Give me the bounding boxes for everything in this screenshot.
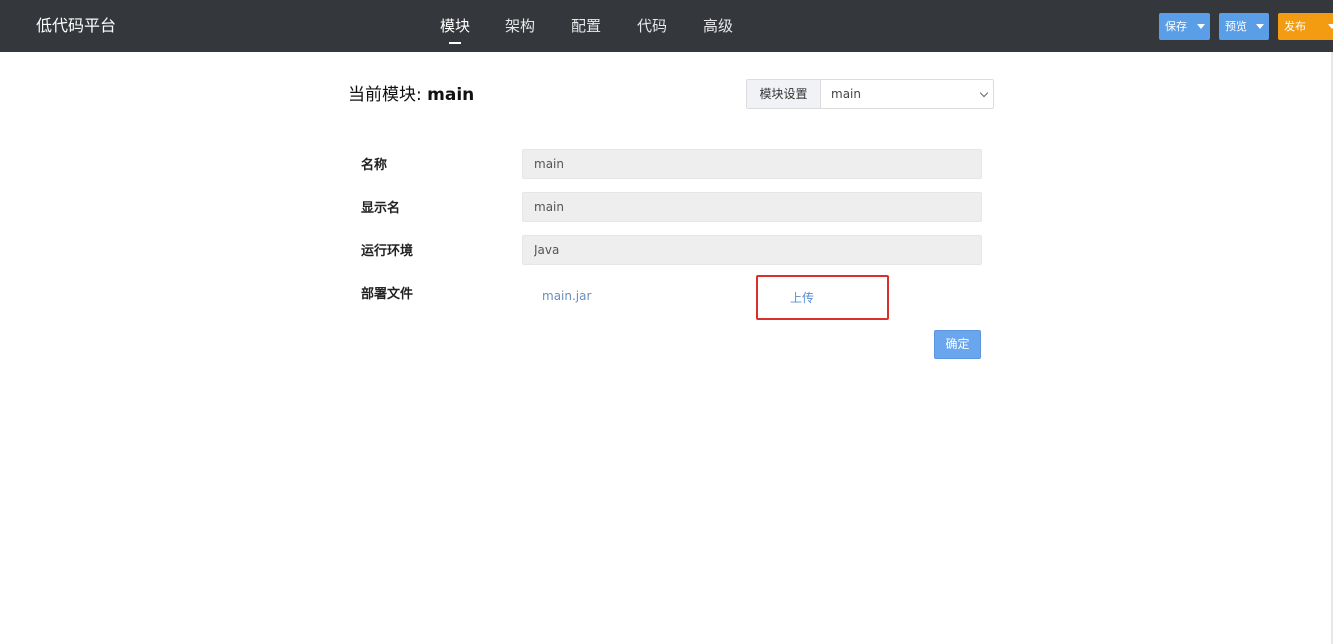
- publish-button-label: 发布: [1284, 20, 1306, 33]
- preview-button-label: 预览: [1225, 20, 1247, 33]
- brand-title: 低代码平台: [36, 16, 117, 35]
- nav-tab-config[interactable]: 配置: [571, 15, 601, 37]
- nav-tab-architecture[interactable]: 架构: [505, 15, 535, 37]
- upload-button[interactable]: 上传: [790, 290, 814, 306]
- name-field[interactable]: [522, 149, 982, 179]
- display-name-field[interactable]: [522, 192, 982, 222]
- nav-tab-label: 代码: [637, 17, 668, 35]
- upload-highlight-box: [756, 275, 889, 320]
- name-label: 名称: [361, 158, 388, 173]
- display-name-label: 显示名: [361, 201, 401, 216]
- page-title-prefix: 当前模块:: [348, 85, 428, 105]
- module-settings-label: 模块设置: [747, 80, 821, 108]
- nav-tab-label: 配置: [571, 17, 602, 35]
- caret-down-icon: [1328, 24, 1333, 29]
- module-select[interactable]: main: [821, 80, 993, 108]
- deploy-file-label: 部署文件: [361, 287, 414, 302]
- preview-dropdown-button[interactable]: 预览: [1219, 13, 1269, 40]
- module-settings-group: 模块设置 main: [746, 79, 994, 109]
- caret-down-icon: [1197, 24, 1205, 29]
- current-module-name: main: [427, 85, 475, 105]
- active-tab-indicator: [449, 42, 461, 44]
- page-title: 当前模块: main: [348, 84, 474, 106]
- save-dropdown-button[interactable]: 保存: [1159, 13, 1210, 40]
- deploy-file-link[interactable]: main.jar: [542, 288, 591, 304]
- nav-tab-label: 高级: [703, 17, 734, 35]
- confirm-button[interactable]: 确定: [934, 330, 981, 359]
- nav-tab-label: 模块: [440, 17, 471, 35]
- nav-tab-code[interactable]: 代码: [637, 15, 667, 37]
- caret-down-icon: [1256, 24, 1264, 29]
- runtime-field[interactable]: [522, 235, 982, 265]
- nav-tab-label: 架构: [505, 17, 536, 35]
- save-button-label: 保存: [1165, 20, 1187, 33]
- publish-dropdown-button[interactable]: 发布: [1278, 13, 1333, 40]
- chevron-down-icon: [979, 88, 989, 98]
- module-select-value: main: [831, 87, 861, 101]
- top-nav-bar: 低代码平台 模块 架构 配置 代码 高级 保存 预览 发布: [0, 0, 1333, 52]
- nav-tab-modules[interactable]: 模块: [440, 15, 471, 44]
- nav-tab-advanced[interactable]: 高级: [703, 15, 733, 37]
- runtime-label: 运行环境: [361, 244, 414, 259]
